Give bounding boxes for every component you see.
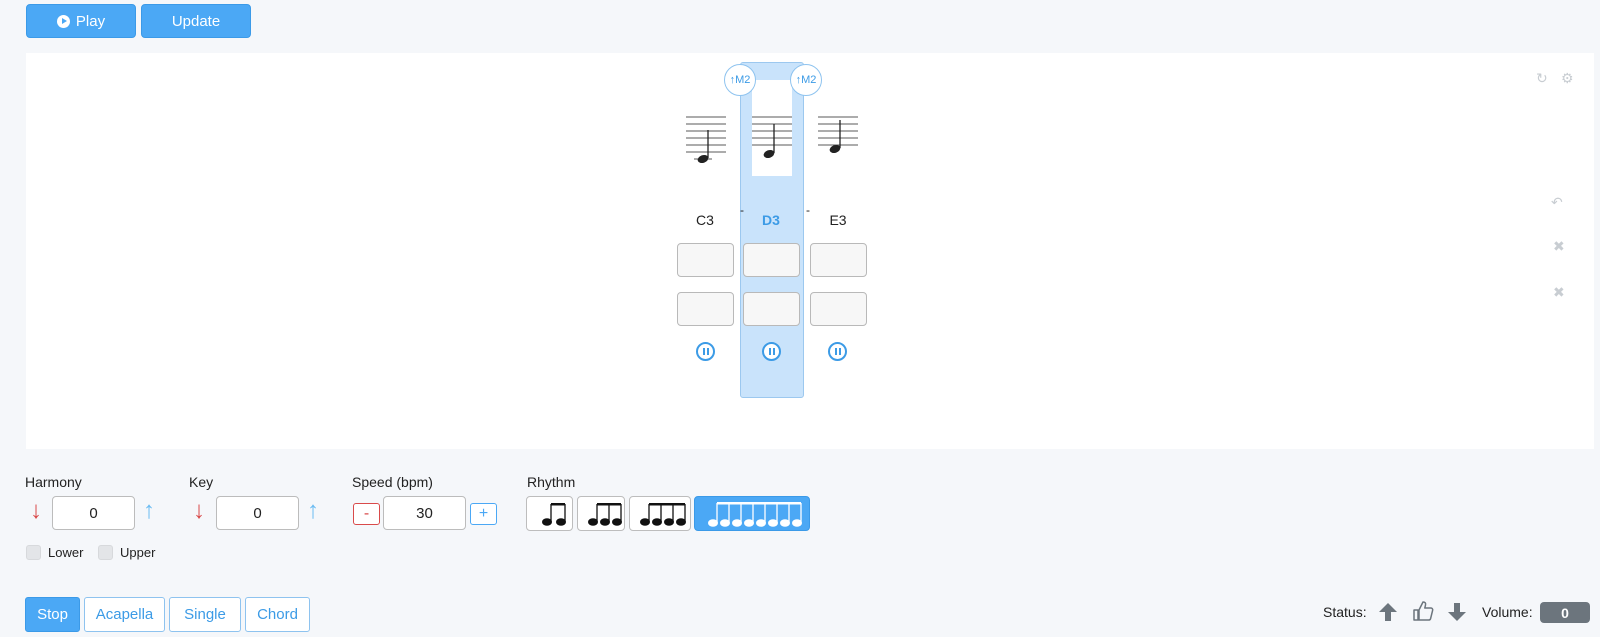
arrow-up-icon[interactable]	[1378, 602, 1398, 622]
rhythm-four-eighths-button[interactable]	[629, 496, 691, 531]
status-label: Status:	[1323, 604, 1367, 620]
harmony-input[interactable]	[52, 496, 135, 530]
play-icon	[56, 14, 70, 28]
harmony-label: Harmony	[25, 474, 82, 490]
chord-button[interactable]: Chord	[245, 597, 310, 632]
arrow-up-icon[interactable]: ↑	[307, 499, 319, 523]
staff-d3-icon	[752, 116, 792, 159]
note-input-box[interactable]	[743, 243, 800, 277]
three-eighth-notes-icon	[588, 503, 622, 526]
speed-increase-button[interactable]: +	[470, 503, 497, 525]
lower-checkbox[interactable]	[26, 545, 41, 560]
acapella-button[interactable]: Acapella	[84, 597, 165, 632]
note-name-c3[interactable]: C3	[675, 212, 735, 228]
speed-label: Speed (bpm)	[352, 474, 433, 490]
rhythm-label: Rhythm	[527, 474, 576, 490]
update-button[interactable]: Update	[141, 4, 251, 38]
volume-badge: 0	[1540, 602, 1590, 623]
speed-input[interactable]	[383, 496, 466, 530]
note-name-d3[interactable]: D3	[741, 212, 801, 228]
thumbs-up-icon[interactable]	[1412, 600, 1434, 622]
play-label: Play	[75, 12, 106, 30]
note-input-box[interactable]	[677, 243, 734, 277]
staff-e3-icon	[818, 116, 858, 154]
upper-checkbox[interactable]	[98, 545, 113, 560]
single-button[interactable]: Single	[169, 597, 241, 632]
volume-label: Volume:	[1482, 604, 1533, 620]
close-icon[interactable]: ✖	[1553, 284, 1565, 301]
arrow-down-icon[interactable]	[1447, 602, 1467, 622]
close-icon[interactable]: ✖	[1553, 238, 1565, 255]
rhythm-three-eighths-button[interactable]	[577, 496, 625, 531]
key-input[interactable]	[216, 496, 299, 530]
rhythm-two-eighths-button[interactable]	[526, 496, 573, 531]
note-input-box[interactable]	[677, 292, 734, 326]
note-name-e3[interactable]: E3	[808, 212, 868, 228]
note-input-box[interactable]	[743, 292, 800, 326]
interval-badge[interactable]: ↑ M2	[790, 64, 822, 96]
lower-label: Lower	[48, 545, 84, 560]
undo-icon[interactable]: ↶	[1551, 194, 1563, 211]
arrow-down-icon[interactable]: ↓	[193, 499, 205, 523]
rhythm-eight-eighths-button[interactable]	[694, 496, 810, 531]
gear-icon[interactable]: ⚙	[1561, 70, 1574, 87]
note-input-box[interactable]	[810, 243, 867, 277]
speed-decrease-button[interactable]: -	[353, 503, 380, 525]
refresh-icon[interactable]: ↻	[1536, 70, 1548, 87]
eight-eighth-notes-icon	[708, 502, 802, 527]
pause-icon[interactable]	[762, 342, 781, 361]
upper-label: Upper	[120, 545, 156, 560]
key-label: Key	[189, 474, 214, 490]
pause-icon[interactable]	[696, 342, 715, 361]
arrow-up-icon[interactable]: ↑	[143, 499, 155, 523]
note-input-box[interactable]	[810, 292, 867, 326]
stop-button[interactable]: Stop	[25, 597, 80, 632]
play-button[interactable]: Play	[26, 4, 136, 38]
four-eighth-notes-icon	[640, 503, 686, 526]
pause-icon[interactable]	[828, 342, 847, 361]
interval-badge[interactable]: ↑ M2	[724, 64, 756, 96]
arrow-down-icon[interactable]: ↓	[30, 499, 42, 523]
staff-c3-icon	[686, 116, 726, 164]
two-eighth-notes-icon	[542, 503, 566, 526]
